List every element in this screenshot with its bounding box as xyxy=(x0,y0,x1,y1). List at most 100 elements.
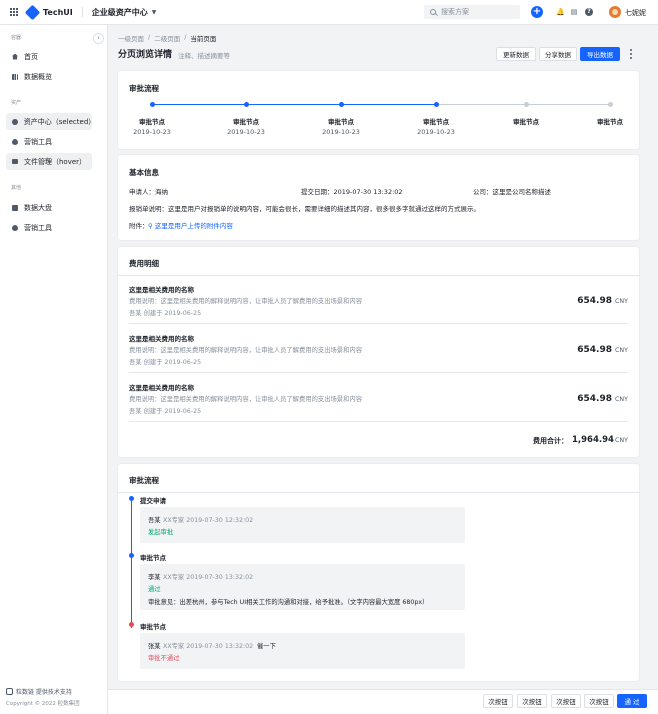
step-connector xyxy=(246,104,341,105)
divider xyxy=(129,372,628,373)
breadcrumb-item[interactable]: 一级页面 xyxy=(118,33,144,43)
user-name[interactable]: 七妮妮 xyxy=(625,8,646,18)
nav-group-label: 其他 xyxy=(11,185,22,191)
cost-item-desc: 费用说明：这里是相关费用的解释说明内容，让审批人员了解费用的支出场景和内容 xyxy=(129,298,362,305)
cost-item-name: 这里是相关费用的名称 xyxy=(129,384,194,392)
share-data-button[interactable]: 分享数据 xyxy=(539,47,577,61)
timeline-node-status: 审批不通过 xyxy=(148,655,180,662)
step-label: 审批节点 xyxy=(513,118,539,126)
sidebar-item-overview[interactable]: 数据概览 xyxy=(6,68,92,85)
timeline-node-meta: XX专家 2019-07-30 13:32:02 xyxy=(163,574,254,581)
secondary-button[interactable]: 次按钮 xyxy=(483,694,513,708)
card-title: 费用明细 xyxy=(129,259,159,268)
step-connector xyxy=(341,104,436,105)
cost-item-currency: CNY xyxy=(615,347,628,354)
breadcrumb: 一级页面 / 二级页面 / 当前页面 xyxy=(118,33,216,43)
sidebar-item-label: 资产中心（selected） xyxy=(23,117,96,126)
timeline-line xyxy=(131,500,132,628)
timeline-node-meta: XX专家 2019-07-30 12:32:02 xyxy=(163,517,254,524)
add-button[interactable]: + xyxy=(531,6,543,18)
sidebar-item-marketing[interactable]: 营销工具 xyxy=(6,133,92,150)
secondary-button[interactable]: 次按钮 xyxy=(584,694,614,708)
layout-icon[interactable]: ▤ xyxy=(570,8,578,16)
search-icon xyxy=(430,9,436,15)
timeline-dot xyxy=(129,622,134,627)
cost-item-amount: 654.98 xyxy=(577,345,612,355)
divider xyxy=(81,7,83,17)
sidebar-item-home[interactable]: 首页 xyxy=(6,48,92,65)
timeline-dot xyxy=(129,553,134,558)
breadcrumb-separator: / xyxy=(148,33,151,41)
breadcrumb-separator: / xyxy=(184,33,187,41)
timeline-node-person: 吾某 xyxy=(148,517,161,524)
sidebar-item-dashboard[interactable]: 数据大盘 xyxy=(6,199,92,216)
sidebar-item-label: 数据大盘 xyxy=(24,203,52,212)
secondary-button[interactable]: 次按钮 xyxy=(517,694,547,708)
help-icon[interactable]: ? xyxy=(585,8,593,16)
step-dot xyxy=(433,102,439,107)
more-vertical-icon[interactable] xyxy=(629,49,633,59)
fire-icon xyxy=(12,138,18,145)
card-title: 审批流程 xyxy=(129,84,159,93)
sidebar-item-marketing-2[interactable]: 营销工具 xyxy=(6,219,92,236)
nav-group-label: 资产 xyxy=(11,100,22,106)
app-grid-icon[interactable] xyxy=(10,8,18,16)
timeline-node-person: 张某 xyxy=(148,643,161,650)
cost-item-meta: 吾某 创建于 2019-06-25 xyxy=(129,359,202,366)
attachment-label: 附件： xyxy=(129,222,149,230)
timeline-node-status: 通过 xyxy=(148,586,161,593)
expense-note: 报销单说明：这里是用户对报销单的说明内容，可能会很长，需要详细的描述其内容，很多… xyxy=(129,205,480,213)
footer-brand-text: 粒数链 提供技术支持 xyxy=(16,689,72,696)
step-dot xyxy=(607,102,613,107)
techui-logo-icon xyxy=(24,4,41,20)
cost-item-currency: CNY xyxy=(615,298,628,305)
secondary-button[interactable]: 次按钮 xyxy=(551,694,581,708)
disk-icon xyxy=(12,118,18,125)
logo-text: TechUI xyxy=(43,7,73,17)
divider xyxy=(129,323,628,324)
sidebar-item-label: 营销工具 xyxy=(24,137,52,146)
step-label: 审批节点 xyxy=(597,118,623,126)
collapse-sidebar-button[interactable]: ‹ xyxy=(93,33,104,44)
cost-item-desc: 费用说明：这里是相关费用的解释说明内容，让审批人员了解费用的支出场景和内容 xyxy=(129,396,362,403)
nudge-link[interactable]: 催一下 xyxy=(257,641,276,650)
hand-cursor-icon: ☝ xyxy=(44,156,49,165)
attachment-link[interactable]: ⚲ 这里是用户上传的附件内容 xyxy=(148,220,233,230)
paperclip-icon: ⚲ xyxy=(148,222,155,230)
avatar[interactable] xyxy=(609,6,621,18)
timeline-dot xyxy=(129,496,134,501)
cost-item-desc: 费用说明：这里是相关费用的解释说明内容，让审批人员了解费用的支出场景和内容 xyxy=(129,347,362,354)
footer-brand: 粒数链 提供技术支持 xyxy=(6,687,72,696)
attachment-link-text: 这里是用户上传的附件内容 xyxy=(154,222,233,230)
timeline-node-comment: 审批意见：出差杭州，参与Tech UI相关工作的沟通和对接，给予批准。（文字内容… xyxy=(148,599,429,606)
update-data-button[interactable]: 更新数据 xyxy=(496,47,536,61)
logo[interactable]: TechUI xyxy=(24,4,73,20)
step-date: 2019-10-23 xyxy=(417,128,455,136)
copyright: Copyright © 2022 粒数集团 xyxy=(6,701,80,707)
total-label: 费用合计： xyxy=(533,437,568,445)
total-amount: 1,964.94 xyxy=(572,435,614,445)
submit-date: 提交日期：2019-07-30 13:32:02 xyxy=(301,188,403,196)
breadcrumb-item[interactable]: 二级页面 xyxy=(154,33,180,43)
bell-icon[interactable]: 🔔 xyxy=(556,8,565,16)
caret-down-icon[interactable]: ▼ xyxy=(152,9,157,16)
divider xyxy=(118,492,639,493)
sidebar-item-label: 营销工具 xyxy=(24,223,52,232)
step-label: 审批节点 xyxy=(328,118,354,126)
approval-steps-card: 审批流程 xyxy=(118,71,639,149)
timeline-node-person: 李某 xyxy=(148,574,161,581)
company: 公司：这里是公司名称描述 xyxy=(473,188,551,196)
search-input[interactable]: 搜索方案 xyxy=(424,5,520,19)
page-title: 分页浏览详情 xyxy=(118,50,173,60)
breadcrumb-current: 当前页面 xyxy=(190,35,217,43)
nav-group-label: 容器 xyxy=(11,35,22,41)
cost-item-name: 这里是相关费用的名称 xyxy=(129,335,194,343)
sidebar-item-label: 数据概览 xyxy=(24,72,52,81)
step-date: 2019-10-23 xyxy=(133,128,171,136)
export-data-button[interactable]: 导出数据 xyxy=(580,47,620,61)
approve-button[interactable]: 通 过 xyxy=(617,694,647,708)
card-title: 基本信息 xyxy=(129,168,159,177)
search-placeholder: 搜索方案 xyxy=(441,8,469,16)
app-switcher[interactable]: 企业级资产中心 xyxy=(92,7,148,18)
sidebar-item-asset-center[interactable]: 资产中心（selected） xyxy=(6,113,96,130)
